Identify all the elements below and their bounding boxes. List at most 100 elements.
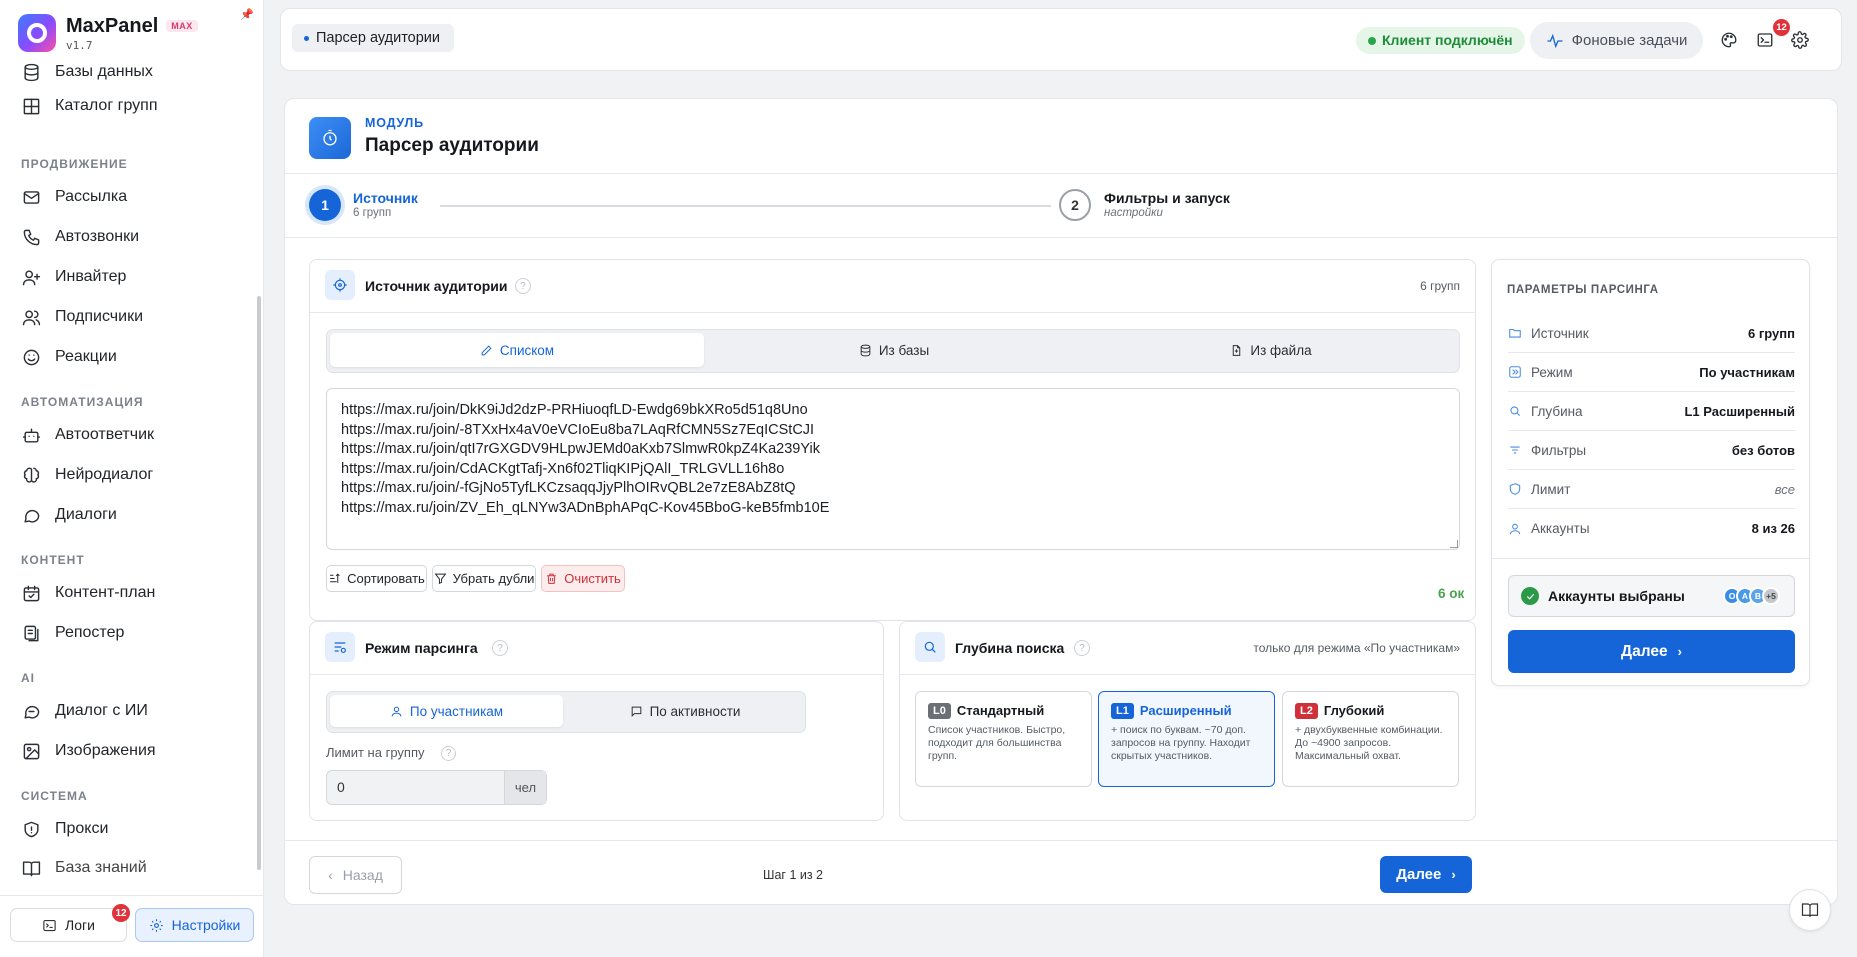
sidebar-item-knowledge-base[interactable]: База знаний: [22, 852, 147, 884]
help-icon[interactable]: ?: [1074, 640, 1090, 656]
resize-handle[interactable]: [1450, 540, 1458, 548]
user-icon: [1509, 523, 1521, 534]
search-icon: [915, 632, 945, 662]
dedupe-button[interactable]: Убрать дубли: [432, 565, 536, 592]
sidebar-item-reposter[interactable]: Репостер: [22, 617, 124, 649]
breadcrumb[interactable]: Парсер аудитории: [292, 24, 454, 52]
help-icon[interactable]: ?: [441, 746, 456, 761]
account-avatars: О А В +5: [1723, 587, 1780, 605]
sidebar-item-images[interactable]: Изображения: [22, 735, 156, 767]
limit-label: Лимит на группу: [326, 745, 425, 760]
grid-icon: [23, 98, 40, 114]
l2-tag: L2: [1295, 703, 1318, 719]
step-1-title[interactable]: Источник: [353, 190, 418, 206]
step-1-indicator[interactable]: 1: [309, 189, 341, 221]
tab-from-file[interactable]: Из файла: [1084, 333, 1458, 367]
next-button-sidebar[interactable]: Далее ›: [1508, 630, 1795, 673]
sidebar-item-inviter[interactable]: Инвайтер: [22, 261, 126, 293]
sidebar-item-ai-dialog[interactable]: Диалог с ИИ: [22, 695, 148, 727]
brand[interactable]: MaxPanel MAX v1.7: [18, 14, 198, 52]
page-title: Парсер аудитории: [365, 135, 539, 156]
module-label: МОДУЛЬ: [365, 116, 424, 130]
sidebar-nav: Базы данных Каталог групп ПРОДВИЖЕНИЕ Ра…: [0, 60, 256, 895]
sidebar-item-mailing[interactable]: Рассылка: [22, 181, 127, 213]
gear-icon[interactable]: [1788, 28, 1812, 52]
tab-by-members[interactable]: По участникам: [330, 695, 563, 727]
valid-count: 6 ок: [1438, 586, 1465, 601]
sort-button[interactable]: Сортировать: [326, 565, 427, 592]
users-icon: [22, 309, 41, 325]
activity-icon: [1547, 33, 1563, 48]
section-automation: АВТОМАТИЗАЦИЯ: [21, 395, 144, 409]
accounts-selected-label: Аккаунты выбраны: [1548, 588, 1685, 604]
sidebar-scrollbar[interactable]: [257, 296, 261, 870]
param-limit: Лимит все: [1508, 470, 1795, 509]
logs-button[interactable]: Логи: [10, 908, 127, 942]
accounts-selected-box[interactable]: Аккаунты выбраны О А В +5: [1508, 575, 1795, 617]
ai-chat-icon: [24, 705, 40, 719]
sort-icon: [330, 573, 340, 583]
stopwatch-icon: [309, 117, 351, 159]
file-icon: [1233, 344, 1241, 356]
depth-option-l1[interactable]: L1 Расширенный + поиск по буквам. ~70 доп…: [1098, 691, 1275, 787]
target-icon: [325, 270, 355, 300]
sidebar-item-reactions[interactable]: Реакции: [22, 341, 117, 373]
search-depth-panel: Глубина поиска ? только для режима «По у…: [899, 621, 1476, 821]
urls-textarea[interactable]: https://max.ru/join/DkK9iJd2dzP-PRHiuoqf…: [326, 388, 1460, 550]
l0-tag: L0: [928, 703, 951, 719]
terminal-icon: [43, 919, 56, 931]
tab-by-activity[interactable]: По активности: [567, 695, 803, 727]
bot-icon: [22, 427, 41, 443]
back-button[interactable]: ‹ Назад: [309, 856, 402, 894]
section-ai: AI: [21, 671, 35, 685]
help-icon[interactable]: ?: [492, 640, 508, 656]
fast-forward-icon: [1509, 366, 1521, 378]
sidebar-item-databases[interactable]: Базы данных: [22, 60, 153, 88]
sidebar-item-autocalls[interactable]: Автозвонки: [22, 221, 139, 253]
section-promotion: ПРОДВИЖЕНИЕ: [21, 157, 128, 171]
shield-icon: [1509, 483, 1521, 495]
depth-option-l2[interactable]: L2 Глубокий + двухбуквенные комбинации. Д…: [1282, 691, 1459, 787]
user-plus-icon: [22, 269, 41, 285]
brain-icon: [23, 467, 40, 483]
step-2-title[interactable]: Фильтры и запуск: [1104, 190, 1230, 206]
limit-input[interactable]: 0 чел: [326, 770, 547, 805]
sidebar-item-autoresponder[interactable]: Автоответчик: [22, 419, 154, 451]
sidebar-item-content-plan[interactable]: Контент-план: [22, 577, 155, 609]
topbar: Парсер аудитории Клиент подключён Фоновы…: [280, 8, 1842, 71]
tab-from-database[interactable]: Из базы: [707, 333, 1081, 367]
sidebar-item-proxy[interactable]: Прокси: [22, 813, 108, 845]
sidebar-item-dialogs[interactable]: Диалоги: [22, 499, 117, 531]
sidebar-item-subscribers[interactable]: Подписчики: [22, 301, 143, 333]
sidebar-item-neurodialog[interactable]: Нейродиалог: [22, 459, 153, 491]
next-button[interactable]: Далее ›: [1380, 856, 1472, 893]
params-title: ПАРАМЕТРЫ ПАРСИНГА: [1507, 284, 1659, 296]
sidebar-footer: Логи 12 Настройки: [0, 895, 264, 957]
chevron-right-icon: ›: [1451, 867, 1456, 882]
depth-option-l0[interactable]: L0 Стандартный Список участников. Быстро,…: [915, 691, 1092, 787]
chat-icon: [24, 509, 40, 523]
param-depth: Глубина L1 Расширенный: [1508, 392, 1795, 431]
background-tasks-button[interactable]: Фоновые задачи: [1530, 22, 1703, 59]
sidebar-item-groups-catalog[interactable]: Каталог групп: [22, 90, 158, 122]
step-progress-line: [440, 205, 1051, 207]
database-icon: [860, 344, 871, 356]
settings-button[interactable]: Настройки: [135, 908, 254, 942]
pin-icon[interactable]: 📌: [240, 8, 254, 21]
step-1-subtitle: 6 групп: [353, 207, 392, 219]
sliders-icon: [325, 632, 355, 662]
palette-icon[interactable]: [1717, 28, 1741, 52]
clear-button[interactable]: Очистить: [541, 565, 625, 592]
step-2-indicator[interactable]: 2: [1059, 189, 1091, 221]
help-icon[interactable]: ?: [515, 278, 531, 294]
tab-list[interactable]: Списком: [330, 333, 704, 367]
param-source: Источник 6 групп: [1508, 314, 1795, 353]
limit-value[interactable]: 0: [327, 771, 504, 804]
chevron-left-icon: ‹: [328, 867, 333, 883]
docs-book-icon[interactable]: [1789, 889, 1831, 931]
step-2-subtitle: настройки: [1104, 207, 1163, 219]
calendar-icon: [23, 585, 40, 601]
limit-unit: чел: [504, 771, 546, 804]
parsing-params-panel: ПАРАМЕТРЫ ПАРСИНГА Источник 6 групп Режим…: [1491, 259, 1810, 686]
depth-note: только для режима «По участникам»: [1253, 641, 1460, 655]
